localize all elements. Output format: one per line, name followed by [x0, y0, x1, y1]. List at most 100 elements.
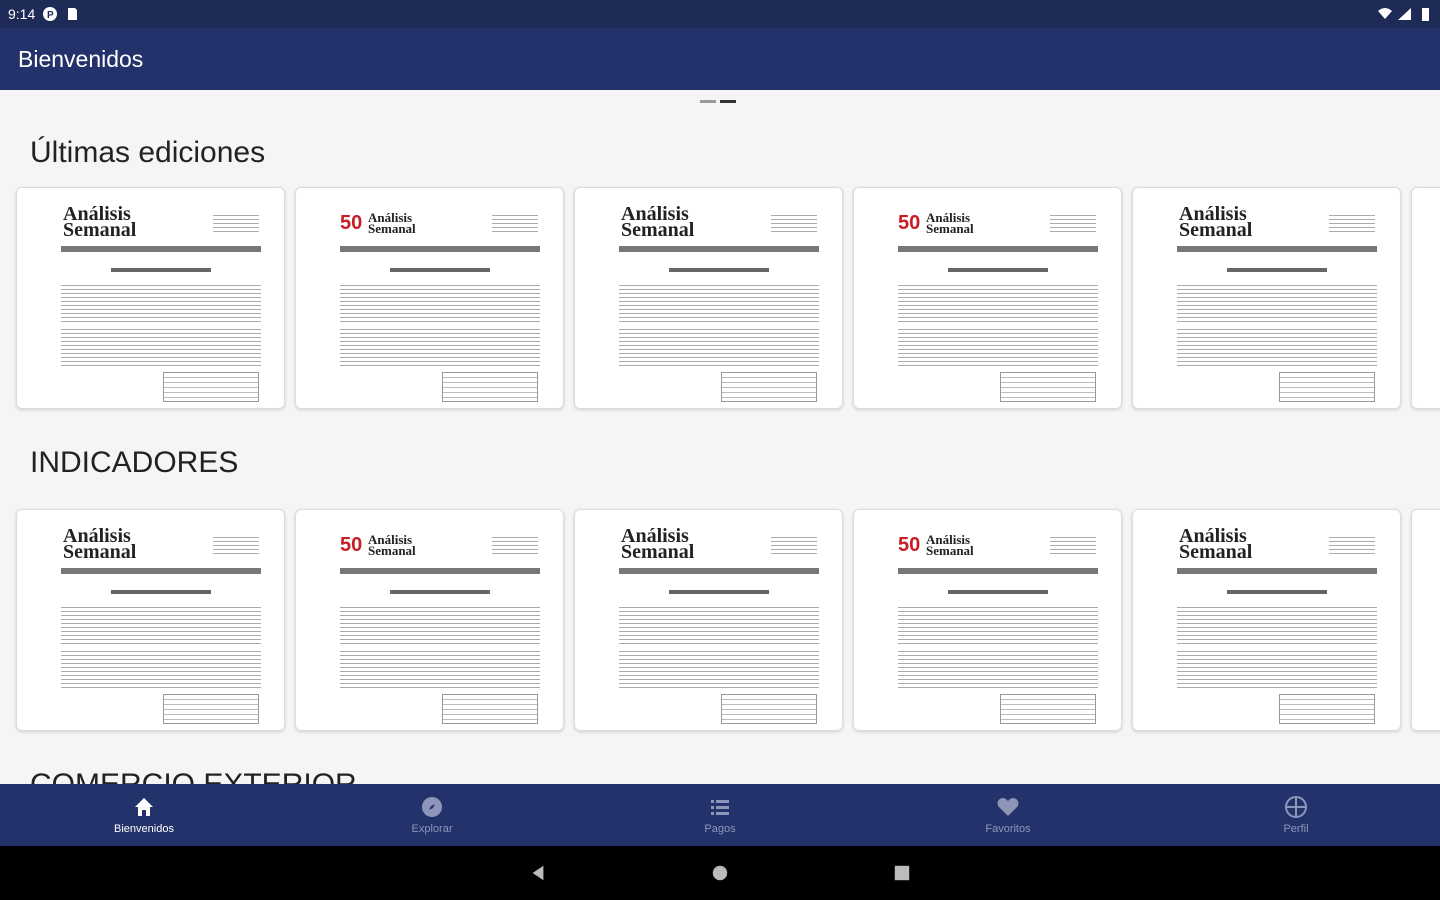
compass-icon — [422, 797, 442, 817]
masthead-band — [619, 246, 819, 252]
edition-card[interactable]: 50 Análisis Semanal — [295, 187, 564, 409]
edition-card[interactable]: Análisis Semanal — [574, 187, 843, 409]
nav-label: Favoritos — [985, 823, 1031, 835]
globe-icon — [1285, 796, 1307, 818]
headline-bar — [111, 590, 211, 594]
nav-label: Bienvenidos — [114, 823, 174, 835]
edition-card[interactable]: Análisis Semanal — [16, 509, 285, 731]
edition-card[interactable]: Análisis Semanal — [1132, 509, 1401, 731]
text-block — [1177, 282, 1377, 322]
edition-card-partial[interactable] — [1411, 187, 1440, 409]
edition-card[interactable]: Análisis Semanal — [16, 187, 285, 409]
sidebar-box — [442, 694, 538, 724]
edition-card-partial[interactable] — [1411, 509, 1440, 731]
masthead-meta — [1329, 212, 1375, 232]
section-title-comercio-exterior: COMERCIO EXTERIOR — [30, 768, 357, 784]
masthead-band — [898, 246, 1098, 252]
notification-p-icon: P — [43, 7, 58, 21]
text-block — [1177, 604, 1377, 644]
sidebar-box — [1000, 372, 1096, 402]
masthead-meta — [492, 212, 538, 232]
page-dot — [700, 100, 716, 103]
fifty-years-logo: 50 — [340, 212, 363, 234]
fifty-years-logo: 50 — [898, 534, 921, 556]
wifi-icon — [1378, 7, 1392, 21]
section-title-indicadores: INDICADORES — [30, 446, 239, 479]
nav-item-pagos[interactable]: Pagos — [576, 784, 864, 846]
signal-icon — [1398, 7, 1412, 21]
app-bar: Bienvenidos — [0, 28, 1440, 90]
masthead-meta — [213, 534, 259, 554]
newspaper-thumbnail: 50 Análisis Semanal — [340, 202, 540, 408]
sidebar-box — [442, 372, 538, 402]
text-block — [61, 282, 261, 322]
newspaper-thumbnail: Análisis Semanal — [1177, 202, 1377, 408]
section-title-ultimas-ediciones: Últimas ediciones — [30, 136, 266, 169]
headline-bar — [1227, 590, 1327, 594]
masthead-band — [340, 246, 540, 252]
edition-card[interactable]: Análisis Semanal — [574, 509, 843, 731]
nav-item-explorar[interactable]: Explorar — [288, 784, 576, 846]
text-block — [1177, 648, 1377, 688]
text-block — [898, 648, 1098, 688]
headline-bar — [390, 590, 490, 594]
masthead-meta — [213, 212, 259, 232]
svg-text:P: P — [47, 10, 54, 21]
newspaper-thumbnail: 50 Análisis Semanal — [340, 524, 540, 730]
recents-icon[interactable] — [891, 862, 913, 884]
newspaper-thumbnail: Análisis Semanal — [619, 524, 819, 730]
page-indicator — [700, 100, 736, 103]
home-content[interactable]: Últimas ediciones Análisis Semanal 50 Análi… — [0, 90, 1440, 784]
sidebar-box — [1279, 372, 1375, 402]
masthead-band — [619, 568, 819, 574]
status-bar: 9:14 P — [0, 0, 1440, 28]
editions-carousel[interactable]: Análisis Semanal 50 Análisis Semanal Análisis… — [16, 187, 1440, 409]
edition-card[interactable]: 50 Análisis Semanal — [853, 187, 1122, 409]
nav-item-perfil[interactable]: Perfil — [1152, 784, 1440, 846]
sidebar-box — [721, 694, 817, 724]
text-block — [340, 326, 540, 366]
text-block — [340, 648, 540, 688]
sidebar-box — [163, 694, 259, 724]
text-block — [340, 282, 540, 322]
fifty-years-logo: 50 — [340, 534, 363, 556]
home-button-icon[interactable] — [709, 862, 731, 884]
analisis-semanal-logo: Análisis Semanal — [1179, 525, 1253, 563]
back-icon[interactable] — [527, 862, 549, 884]
text-block — [340, 604, 540, 644]
battery-icon — [1418, 7, 1432, 21]
headline-bar — [669, 268, 769, 272]
newspaper-thumbnail: 50 Análisis Semanal — [898, 524, 1098, 730]
analisis-semanal-logo: Análisis Semanal — [926, 532, 974, 558]
indicadores-carousel[interactable]: Análisis Semanal 50 Análisis Semanal Análisis… — [16, 509, 1440, 731]
text-block — [619, 326, 819, 366]
status-time: 9:14 — [8, 6, 36, 22]
analisis-semanal-logo: Análisis Semanal — [621, 525, 695, 563]
text-block — [619, 604, 819, 644]
page-dot-active — [720, 100, 736, 103]
sidebar-box — [163, 372, 259, 402]
masthead-meta — [492, 534, 538, 554]
text-block — [619, 282, 819, 322]
masthead-band — [61, 568, 261, 574]
headline-bar — [390, 268, 490, 272]
nav-item-bienvenidos[interactable]: Bienvenidos — [0, 784, 288, 846]
nav-item-favoritos[interactable]: Favoritos — [864, 784, 1152, 846]
headline-bar — [1227, 268, 1327, 272]
edition-card[interactable]: Análisis Semanal — [1132, 187, 1401, 409]
headline-bar — [669, 590, 769, 594]
edition-card[interactable]: 50 Análisis Semanal — [853, 509, 1122, 731]
headline-bar — [111, 268, 211, 272]
newspaper-thumbnail: 50 Análisis Semanal — [898, 202, 1098, 408]
masthead-meta — [1329, 534, 1375, 554]
masthead-band — [61, 246, 261, 252]
analisis-semanal-logo: Análisis Semanal — [621, 203, 695, 241]
edition-card[interactable]: 50 Análisis Semanal — [295, 509, 564, 731]
home-icon — [135, 798, 153, 816]
newspaper-thumbnail: Análisis Semanal — [619, 202, 819, 408]
masthead-band — [1177, 246, 1377, 252]
text-block — [61, 326, 261, 366]
nav-label: Pagos — [704, 823, 736, 835]
masthead-band — [340, 568, 540, 574]
headline-bar — [948, 268, 1048, 272]
